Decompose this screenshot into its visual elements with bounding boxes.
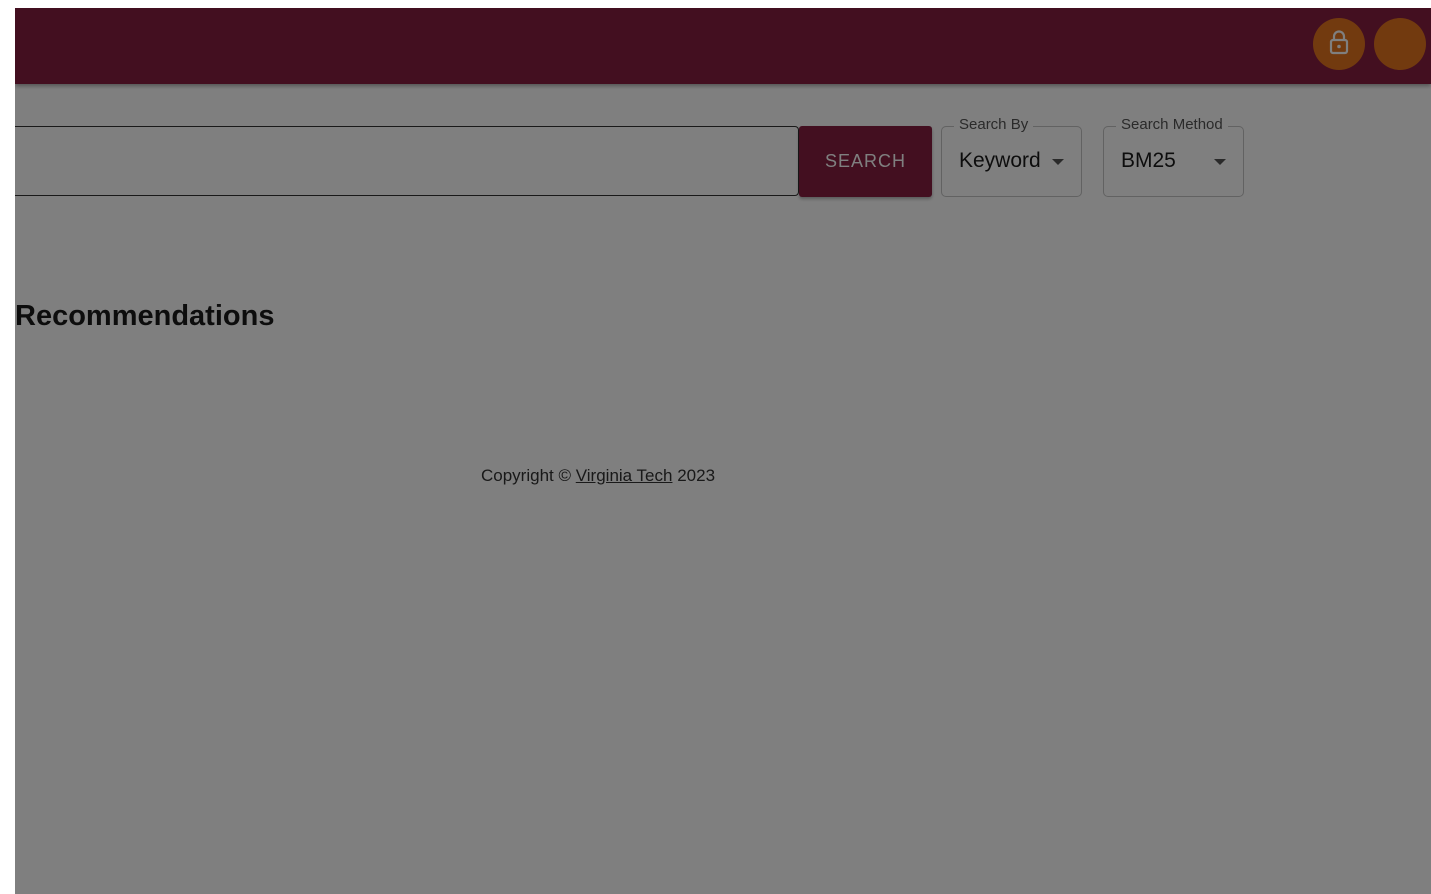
top-gap (0, 0, 1431, 8)
left-edge-strip (0, 0, 15, 894)
app-root: SEARCH Search By Keyword Search Method B… (15, 8, 1431, 894)
modal-backdrop[interactable] (15, 8, 1431, 894)
